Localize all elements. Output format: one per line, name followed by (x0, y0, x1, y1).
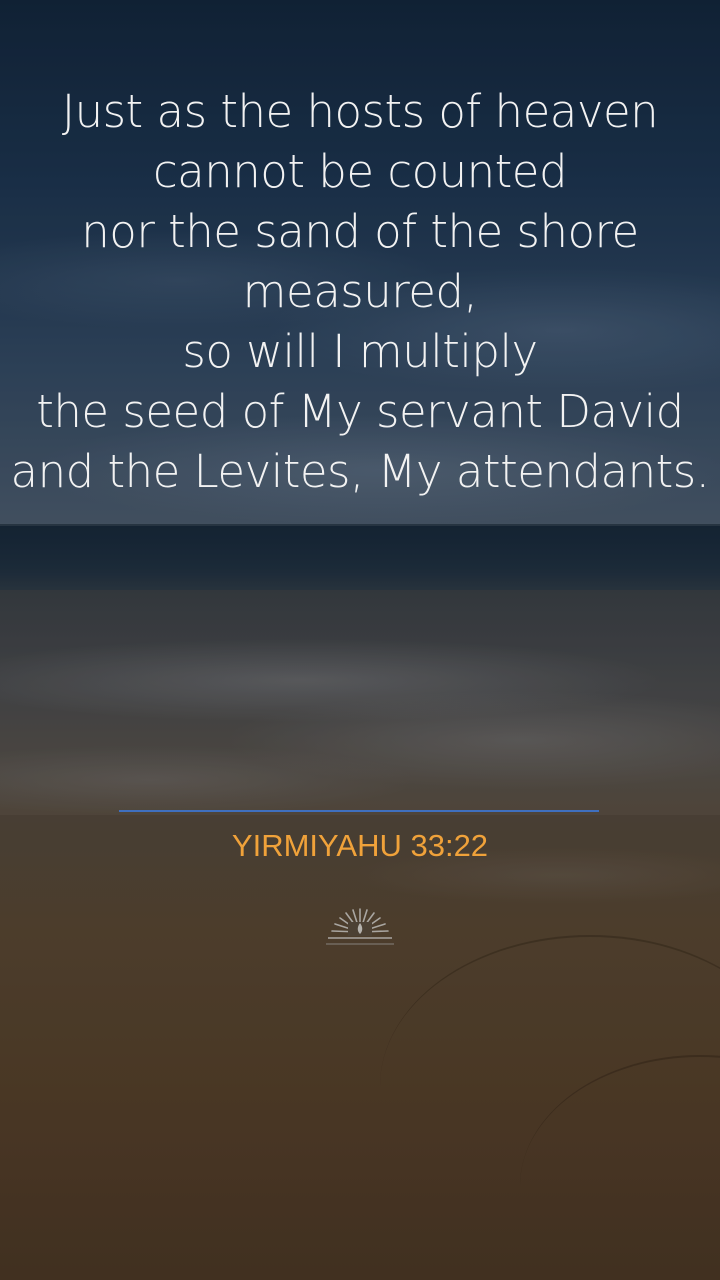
sunrise-candle-icon (318, 904, 402, 954)
verse-screen: Just as the hosts of heaven cannot be co… (0, 0, 720, 1280)
verse-line: cannot be counted (152, 145, 568, 198)
verse-line: and the Levites, My attendants. (10, 445, 711, 498)
divider-line (119, 810, 599, 812)
verse-line: nor the sand of the shore (81, 205, 639, 258)
verse-line: measured, (242, 265, 478, 318)
verse-reference: YIRMIYAHU 33:22 (231, 828, 489, 863)
verse-line: the seed of My servant David (36, 385, 684, 438)
verse-text: Just as the hosts of heaven cannot be co… (0, 82, 720, 502)
verse-line: Just as the hosts of heaven (61, 85, 659, 138)
verse-line: so will I multiply (182, 325, 538, 378)
